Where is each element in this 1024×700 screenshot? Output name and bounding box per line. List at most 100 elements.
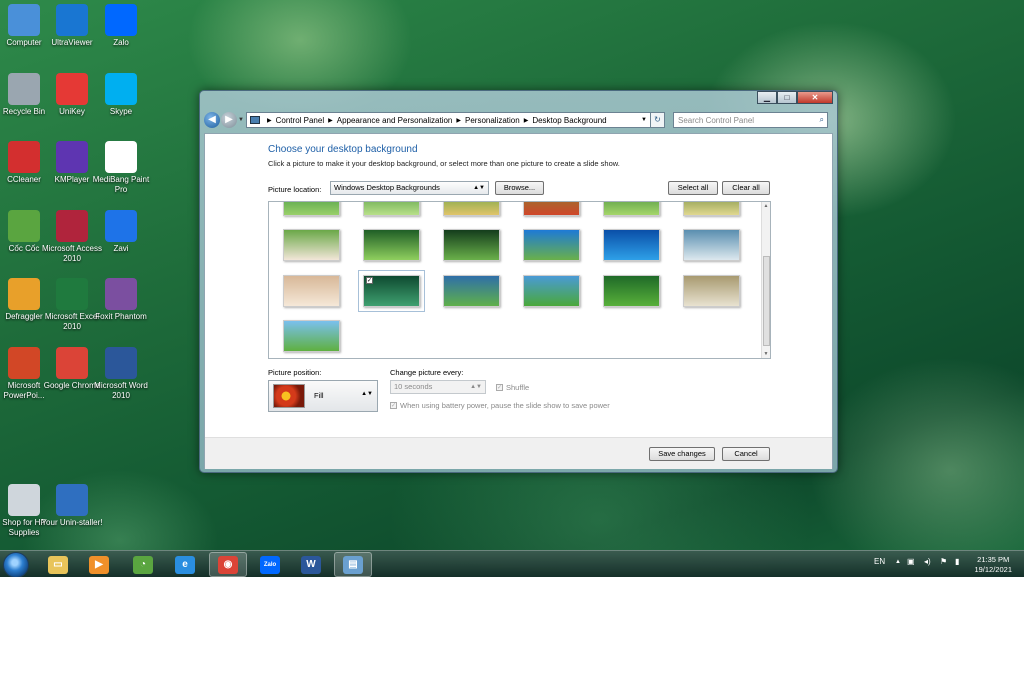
search-input[interactable]: Search Control Panel ⌕ [673,112,828,128]
hp-printer-icon [8,484,40,516]
desktop-icon-microsoft-word-2010[interactable]: Microsoft Word 2010 [89,346,153,401]
scrollbar-thumb[interactable] [763,256,770,346]
background-thumbnail[interactable] [363,229,420,261]
show-hidden-icons-icon[interactable]: ▲ [895,559,901,565]
minimize-button[interactable]: ▁ [757,91,777,104]
zavi-icon [105,209,137,242]
dropdown-arrow-icon: ▲▼ [361,391,373,397]
background-thumbnail[interactable] [443,202,500,216]
background-thumbnail[interactable] [603,229,660,261]
signal-icon[interactable]: ▮ [955,557,959,566]
picture-gallery: ✓ ▲ ▼ [268,201,771,359]
close-button[interactable]: ✕ [797,91,833,104]
scroll-up-icon[interactable]: ▲ [762,203,770,209]
search-icon[interactable]: ⌕ [820,115,827,125]
clear-all-button[interactable]: Clear all [722,181,770,195]
powerpoint-icon [8,346,40,379]
picture-location-label: Picture location: [268,185,322,194]
address-dropdown-icon[interactable]: ▼ [638,117,650,123]
background-thumbnail[interactable] [523,229,580,261]
desktop: Computer UltraViewer Zalo Recycle Bin UniKey… [0,0,1024,577]
breadcrumb-separator: ▶ [267,117,272,124]
shuffle-checkbox[interactable]: ✓ [496,384,503,391]
picture-position-label: Picture position: [268,368,322,377]
start-button[interactable] [3,552,29,577]
scroll-down-icon[interactable]: ▼ [762,351,770,357]
background-thumbnail[interactable] [683,202,740,216]
taskbar-control-panel-button[interactable]: ▤ [334,552,372,577]
network-icon[interactable]: ▣ [907,557,915,566]
taskbar-zalo-button[interactable]: Zalo [251,552,289,577]
search-placeholder: Search Control Panel [678,115,755,125]
background-thumbnail[interactable]: ✓ [358,270,425,312]
background-thumbnail[interactable] [523,275,580,307]
foxit-icon [105,278,137,310]
browse-button[interactable]: Browse... [495,181,544,195]
background-thumbnail[interactable] [283,229,340,261]
action-center-icon[interactable]: ⚑ [940,557,947,566]
background-thumbnail[interactable] [683,229,740,261]
battery-checkbox[interactable]: ✓ [390,402,397,409]
medibang-icon [105,141,137,173]
recent-pages-dropdown[interactable]: ▼ [238,117,246,123]
taskbar-internet-explorer-button[interactable]: e [166,552,204,577]
desktop-icon-zalo[interactable]: Zalo [89,4,153,48]
desktop-icon-foxit-phantom[interactable]: Foxit Phantom [89,278,153,322]
change-picture-select[interactable]: 10 seconds ▲▼ [390,380,486,394]
background-thumbnail[interactable] [603,202,660,216]
coccoc-icon [8,209,40,242]
desktop-icon-medibang-paint-pro[interactable]: MediBang Paint Pro [89,141,153,195]
clock-date: 19/12/2021 [974,565,1012,574]
background-thumbnail[interactable] [363,202,420,216]
language-indicator[interactable]: EN [874,557,885,566]
background-thumbnail[interactable] [283,320,340,352]
background-thumbnail[interactable] [603,275,660,307]
taskbar-chrome-button[interactable]: ◉ [209,552,247,577]
system-clock[interactable]: 21:35 PM 19/12/2021 [974,555,1012,575]
picture-location-select[interactable]: Windows Desktop Backgrounds ▲▼ [330,181,489,195]
zalo-icon: Zalo [260,555,280,574]
desktop-icon-label: Zavi [113,243,129,253]
maximize-button[interactable]: □ [777,91,797,104]
address-bar[interactable]: ▶ Control Panel ▶ Appearance and Persona… [246,112,651,128]
ccleaner-icon [8,141,40,173]
forward-button[interactable]: ▶ [221,112,237,128]
taskbar-media-player-button[interactable]: ▶ [80,552,118,577]
refresh-button[interactable]: ↻ [651,112,665,128]
breadcrumb-personalization[interactable]: Personalization [465,116,520,125]
select-all-button[interactable]: Select all [668,181,718,195]
uninstaller-icon [56,484,88,516]
taskbar-word-button[interactable]: W [292,552,330,577]
change-picture-label: Change picture every: [390,368,464,377]
desktop-icon-label: Your Unin-staller! [41,518,103,527]
thumbnail-checkbox[interactable]: ✓ [366,277,373,284]
chrome-icon: ◉ [218,555,238,574]
chrome-icon [56,346,88,379]
back-button[interactable]: ◀ [204,112,220,128]
background-thumbnail[interactable] [283,275,340,307]
taskbar-explorer-button[interactable]: ▭ [39,552,77,577]
background-thumbnail[interactable] [683,275,740,307]
desktop-icon-zavi[interactable]: Zavi [89,209,153,254]
cancel-button[interactable]: Cancel [722,447,770,461]
desktop-icon-skype[interactable]: Skype [89,72,153,117]
picture-position-select[interactable]: Fill ▲▼ [268,380,378,412]
navigation-bar: ◀ ▶ ▼ ▶ Control Panel ▶ Appearance and P… [204,110,833,130]
position-preview-image [273,384,305,408]
background-thumbnail[interactable] [443,275,500,307]
breadcrumb-desktop-background[interactable]: Desktop Background [532,116,606,125]
background-thumbnail[interactable] [283,202,340,216]
desktop-icon-your-unin-staller[interactable]: Your Unin-staller! [40,484,104,528]
breadcrumb-appearance[interactable]: Appearance and Personalization [337,116,453,125]
background-thumbnail[interactable] [523,202,580,216]
picture-location-value: Windows Desktop Backgrounds [334,183,440,192]
save-changes-button[interactable]: Save changes [649,447,715,461]
desktop-icon-label: Microsoft Word 2010 [94,380,148,400]
clock-time: 21:35 PM [977,555,1010,564]
background-thumbnail[interactable] [443,229,500,261]
taskbar-coccoc-button[interactable]: ◔ [124,552,162,577]
volume-icon[interactable]: ◂) [924,557,931,566]
breadcrumb-control-panel[interactable]: Control Panel [276,116,324,125]
desktop-icon-label: Foxit Phantom [95,312,147,321]
gallery-scrollbar[interactable]: ▲ ▼ [761,202,770,358]
